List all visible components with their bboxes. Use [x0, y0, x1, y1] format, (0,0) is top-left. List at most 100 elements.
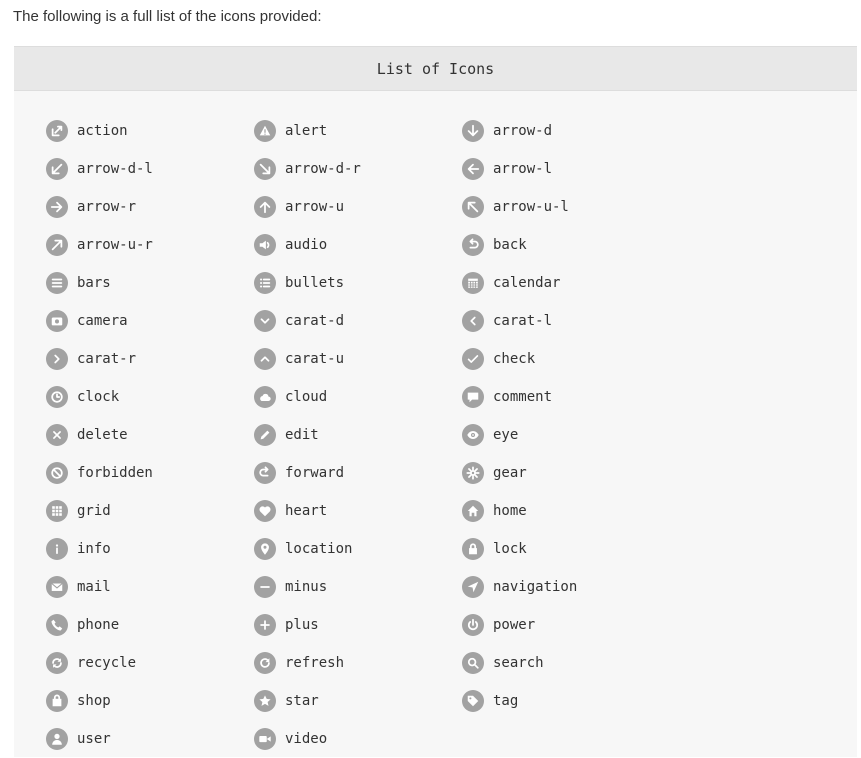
icon-label: check [493, 351, 536, 367]
icon-list-item: video [254, 720, 462, 758]
icon-list-item: phone [46, 606, 254, 644]
clock-icon [46, 386, 68, 408]
shop-icon [46, 690, 68, 712]
icon-label: carat-u [285, 351, 345, 367]
icon-list-item: home [462, 492, 670, 530]
arrow-d-icon [462, 120, 484, 142]
icon-list-item: delete [46, 416, 254, 454]
icon-label: clock [77, 389, 120, 405]
icon-label: edit [285, 427, 319, 443]
icon-list-item: arrow-d-r [254, 150, 462, 188]
carat-l-icon [462, 310, 484, 332]
bullets-icon [254, 272, 276, 294]
icon-list-item: cloud [254, 378, 462, 416]
icon-label: calendar [493, 275, 561, 291]
icon-list-item: carat-u [254, 340, 462, 378]
icon-label: arrow-r [77, 199, 137, 215]
icon-label: mail [77, 579, 111, 595]
plus-icon [254, 614, 276, 636]
icon-list-item: carat-d [254, 302, 462, 340]
icon-label: cloud [285, 389, 328, 405]
icon-label: arrow-u [285, 199, 345, 215]
lock-icon [462, 538, 484, 560]
arrow-u-icon [254, 196, 276, 218]
icon-list-item: bars [46, 264, 254, 302]
forbidden-icon [46, 462, 68, 484]
icon-label: camera [77, 313, 128, 329]
icon-list-item: refresh [254, 644, 462, 682]
arrow-d-l-icon [46, 158, 68, 180]
icon-label: user [77, 731, 111, 747]
icon-list-item: arrow-u-r [46, 226, 254, 264]
icon-label: power [493, 617, 536, 633]
icon-list-item: edit [254, 416, 462, 454]
icon-list-item: search [462, 644, 670, 682]
icon-list-item: alert [254, 112, 462, 150]
icon-list-header: List of Icons [14, 46, 857, 91]
icon-label: lock [493, 541, 527, 557]
delete-icon [46, 424, 68, 446]
icon-list-item: back [462, 226, 670, 264]
gear-icon [462, 462, 484, 484]
icon-list-panel: List of Icons action alert arrow-d arrow-d-… [14, 46, 857, 757]
search-icon [462, 652, 484, 674]
icon-list-item: power [462, 606, 670, 644]
icon-list-item: camera [46, 302, 254, 340]
icon-grid: action alert arrow-d arrow-d-l arrow-d-r arro… [46, 112, 726, 758]
icon-label: navigation [493, 579, 578, 595]
icon-list-item: plus [254, 606, 462, 644]
icon-list-item: audio [254, 226, 462, 264]
icon-list-item: arrow-l [462, 150, 670, 188]
cloud-icon [254, 386, 276, 408]
action-icon [46, 120, 68, 142]
icon-label: bars [77, 275, 111, 291]
icon-list-item: forbidden [46, 454, 254, 492]
icon-list-item: heart [254, 492, 462, 530]
icon-list-item: clock [46, 378, 254, 416]
icon-label: shop [77, 693, 111, 709]
carat-r-icon [46, 348, 68, 370]
icon-label: forbidden [77, 465, 153, 481]
check-icon [462, 348, 484, 370]
icon-list-item: shop [46, 682, 254, 720]
edit-icon [254, 424, 276, 446]
icon-label: arrow-d-l [77, 161, 153, 177]
icon-label: carat-l [493, 313, 553, 329]
icon-label: grid [77, 503, 111, 519]
icon-list-item: arrow-u [254, 188, 462, 226]
video-icon [254, 728, 276, 750]
icon-label: bullets [285, 275, 345, 291]
phone-icon [46, 614, 68, 636]
icon-label: audio [285, 237, 328, 253]
icon-list-item: calendar [462, 264, 670, 302]
icon-list-item: mail [46, 568, 254, 606]
icon-list-item: carat-l [462, 302, 670, 340]
icon-label: comment [493, 389, 553, 405]
icon-list-item: carat-r [46, 340, 254, 378]
icon-label: phone [77, 617, 120, 633]
icon-list-item: arrow-d-l [46, 150, 254, 188]
icon-label: gear [493, 465, 527, 481]
home-icon [462, 500, 484, 522]
forward-icon [254, 462, 276, 484]
grid-icon [46, 500, 68, 522]
navigation-icon [462, 576, 484, 598]
icon-list-item: grid [46, 492, 254, 530]
star-icon [254, 690, 276, 712]
arrow-r-icon [46, 196, 68, 218]
arrow-u-r-icon [46, 234, 68, 256]
icon-list-item: info [46, 530, 254, 568]
camera-icon [46, 310, 68, 332]
icon-list-item: navigation [462, 568, 670, 606]
icon-label: star [285, 693, 319, 709]
minus-icon [254, 576, 276, 598]
icon-label: arrow-l [493, 161, 553, 177]
icon-label: minus [285, 579, 328, 595]
icon-list-item: arrow-u-l [462, 188, 670, 226]
intro-text: The following is a full list of the icon… [13, 8, 322, 25]
icon-label: arrow-u-r [77, 237, 153, 253]
audio-icon [254, 234, 276, 256]
heart-icon [254, 500, 276, 522]
icon-label: arrow-d-r [285, 161, 361, 177]
icon-list-item: recycle [46, 644, 254, 682]
